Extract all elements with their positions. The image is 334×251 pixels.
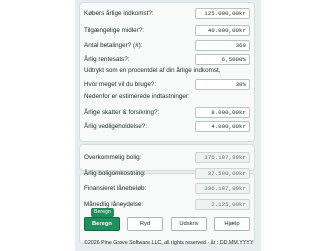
maintenance-label: Årlig vedligeholdelse?: [84, 123, 148, 130]
percent-label: Hvor meget vil du bruge?: [84, 81, 157, 88]
annual-cost-field: 37.500,00kr [195, 168, 250, 179]
help-button[interactable]: Hjælp [214, 217, 250, 231]
maintenance-row: Årlig vedligeholdelse?: 4.000,00kr [84, 121, 250, 133]
tax-field[interactable]: 8.000,00kr [195, 107, 250, 118]
copyright-footer: ©2026 Pine Grove Software LLC, all right… [84, 240, 254, 246]
tax-row: Årlige skatter & forsikring?: 8.000,00kr [84, 107, 250, 119]
annual-cost-row: Årlig boligomkostning: 37.500,00kr [84, 168, 250, 180]
percent-row: Hvor meget vil du bruge?: 38% [84, 79, 250, 91]
financed-row: Finansieret lånebeløb: 336.197,99kr [84, 183, 250, 195]
rate-label: Årlig rentesats?: [84, 56, 130, 63]
rate-row: Årlig rentesats?: 6,5000% [84, 54, 250, 66]
funds-row: Tilgængelige midler?: 40.000,00kr [84, 25, 250, 37]
estimates-heading: Nedenfor er estimerede indtastninger: [84, 93, 190, 100]
payments-label: Antal betalinger? (#): [84, 42, 143, 49]
clear-button[interactable]: Ryd [127, 217, 163, 231]
payments-field[interactable]: 360 [195, 40, 250, 51]
rate-field[interactable]: 6,5000% [195, 54, 250, 65]
funds-label: Tilgængelige midler?: [84, 27, 144, 34]
financed-field: 336.197,99kr [195, 183, 250, 194]
monthly-field: 2.125,00kr [195, 199, 250, 210]
payments-row: Antal betalinger? (#): 360 [84, 40, 250, 52]
affordable-row: Overkommelig bolig: 376.197,99kr [84, 152, 250, 164]
tax-label: Årlige skatter & forsikring?: [84, 109, 160, 116]
income-label: Købers årlige indkomst?: [84, 10, 154, 17]
print-button[interactable]: Udskriv [171, 217, 207, 231]
maintenance-field[interactable]: 4.000,00kr [195, 121, 250, 132]
compute-button[interactable]: Beregn [84, 217, 120, 231]
button-bar: Beregn Ryd Udskriv Hjælp [84, 217, 250, 232]
compute-tooltip: Beregn [91, 208, 114, 217]
affordable-label: Overkommelig bolig: [84, 154, 142, 161]
funds-field[interactable]: 40.000,00kr [195, 25, 250, 36]
percent-field[interactable]: 38% [195, 79, 250, 90]
annual-cost-label: Årlig boligomkostning: [84, 170, 146, 177]
income-field[interactable]: 125.000,00kr [195, 8, 250, 19]
affordable-field: 376.197,99kr [195, 152, 250, 163]
income-row: Købers årlige indkomst?: 125.000,00kr [84, 8, 250, 20]
financed-label: Finansieret lånebeløb: [84, 185, 147, 192]
percent-question-line1: Udtrykt som en procentdel af din årlige … [84, 67, 221, 74]
